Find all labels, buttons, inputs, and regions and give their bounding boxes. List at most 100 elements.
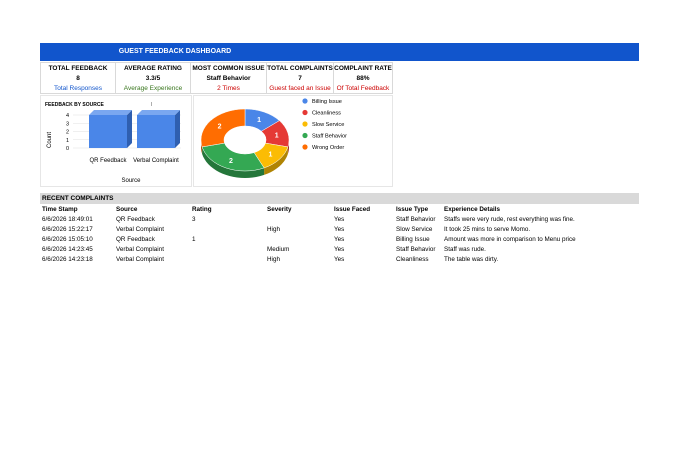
kpi-complaint-rate: COMPLAINT RATE 88% Of Total Feedback xyxy=(333,62,393,94)
table-cell: Verbal Complaint xyxy=(116,246,164,253)
table-cell: Staff was rude. xyxy=(444,246,486,253)
table-cell: Staff Behavior xyxy=(396,216,436,223)
column-header: Time Stamp xyxy=(42,206,78,213)
kpi-sub: Average Experience xyxy=(123,85,183,92)
bar-chart-category-label: QR Feedback xyxy=(89,158,127,164)
bar-chart-title: FEEDBACK BY SOURCE xyxy=(45,102,104,108)
table-cell: Staffs were very rude, rest everything w… xyxy=(444,216,575,223)
column-header: Issue Type xyxy=(396,206,429,213)
column-header: Rating xyxy=(192,206,212,213)
kpi-strip: TOTAL FEEDBACK 8 Total Responses AVERAGE… xyxy=(40,62,393,94)
table-cell: Medium xyxy=(267,246,290,253)
table-cell: The table was dirty. xyxy=(444,256,499,263)
table-cell: Yes xyxy=(334,226,345,233)
column-header: Source xyxy=(116,206,138,213)
legend-label: Wrong Order xyxy=(312,145,344,151)
kpi-sub: Of Total Feedback xyxy=(336,85,390,92)
bar-0 xyxy=(89,115,127,148)
kpi-label: AVERAGE RATING xyxy=(124,65,182,72)
kpi-sub: Guest faced an Issue xyxy=(269,85,331,92)
table-row: 6/6/2026 15:22:17 Verbal Complaint High Yes… xyxy=(40,225,639,235)
legend-label: Cleanliness xyxy=(312,111,341,117)
legend-swatch xyxy=(302,98,308,104)
table-row: 6/6/2026 14:23:18 Verbal Complaint High Yes… xyxy=(40,255,639,265)
dashboard-header: GUEST FEEDBACK DASHBOARD xyxy=(40,43,639,61)
bar-chart-category-label: Verbal Complaint xyxy=(133,158,179,164)
table-row: 6/6/2026 15:05:10 QR Feedback 1 Yes Billing … xyxy=(40,235,639,245)
legend-swatch xyxy=(302,109,308,116)
table-cell: Billing Issue xyxy=(396,236,430,243)
kpi-most-common-issue: MOST COMMON ISSUE Staff Behavior 2 Times xyxy=(190,62,266,94)
bar-chart-ytick: 2 xyxy=(66,130,69,136)
table-cell: Verbal Complaint xyxy=(116,226,164,233)
table-cell: 6/6/2026 15:05:10 xyxy=(42,236,93,243)
table-cell: 6/6/2026 14:23:18 xyxy=(42,256,93,263)
table-cell: Amount was more in comparison to Menu pr… xyxy=(444,236,576,243)
table-cell: Yes xyxy=(334,246,345,253)
table-cell: It took 25 mins to serve Momo. xyxy=(444,226,531,233)
kpi-label: TOTAL FEEDBACK xyxy=(48,65,108,72)
bar-chart-ytick: 4 xyxy=(66,113,69,119)
recent-complaints-header: RECENT COMPLAINTS xyxy=(40,193,639,204)
kpi-value: 3.3/5 xyxy=(145,75,161,82)
bar-side-0 xyxy=(127,110,132,148)
table-cell: Yes xyxy=(334,216,345,223)
table-cell: QR Feedback xyxy=(116,236,155,243)
table-header-row: Time Stamp Source Rating Severity Issue … xyxy=(40,205,639,215)
table-cell: 3 xyxy=(192,216,196,223)
kpi-sub: Total Responses xyxy=(53,85,103,92)
bar-chart-ytick: 3 xyxy=(66,121,69,127)
kpi-average-rating: AVERAGE RATING 3.3/5 Average Experience xyxy=(115,62,190,94)
table-cell: Cleanliness xyxy=(396,256,429,263)
legend-label: Staff Behavior xyxy=(312,134,347,140)
donut-chart: 1 1 1 2 2 Billing Issue Cleanliness Slow Servi… xyxy=(200,98,347,178)
kpi-value: 88% xyxy=(356,75,370,82)
table-row: 6/6/2026 14:23:45 Verbal Complaint Medium Y… xyxy=(40,245,639,255)
bar-chart-ylabel: Count xyxy=(47,132,53,148)
donut-slice-label: 1 xyxy=(257,117,261,124)
legend-swatch xyxy=(302,144,308,150)
table-cell: 6/6/2026 15:22:17 xyxy=(42,226,93,233)
legend-swatch xyxy=(302,121,308,127)
table-row: 6/6/2026 18:49:01 QR Feedback 3 Yes Staff Be… xyxy=(40,215,639,225)
bar-chart-xlabel: Source xyxy=(121,178,141,184)
kpi-label: TOTAL COMPLAINTS xyxy=(267,65,333,72)
donut-slice-label: 1 xyxy=(275,132,279,139)
bar-top-1 xyxy=(137,110,180,115)
legend-label: Slow Service xyxy=(312,122,344,128)
table-cell: High xyxy=(267,226,280,233)
column-header: Issue Faced xyxy=(334,206,371,213)
bar-chart-ytick: 0 xyxy=(66,146,69,152)
table-cell: High xyxy=(267,256,280,263)
table-cell: 6/6/2026 14:23:45 xyxy=(42,246,93,253)
table-cell: Slow Service xyxy=(396,226,433,233)
column-header: Experience Details xyxy=(444,206,501,213)
table-cell: QR Feedback xyxy=(116,216,155,223)
table-cell: 6/6/2026 18:49:01 xyxy=(42,216,93,223)
kpi-label: COMPLAINT RATE xyxy=(334,65,392,72)
kpi-value: 8 xyxy=(76,75,80,82)
column-header: Severity xyxy=(267,206,292,213)
legend-swatch xyxy=(302,132,308,139)
donut-slice-label: 2 xyxy=(229,158,233,165)
bar-chart-ytick: 1 xyxy=(66,138,69,144)
kpi-value: 7 xyxy=(298,75,302,82)
kpi-sub: 2 Times xyxy=(217,85,240,92)
table-cell: Yes xyxy=(334,256,345,263)
bar-chart-panel: FEEDBACK BY SOURCE I Count Source 0 1 2 3 4 Q… xyxy=(40,95,192,187)
dashboard-title: GUEST FEEDBACK DASHBOARD xyxy=(118,48,232,55)
donut-slice-4 xyxy=(200,108,246,148)
table-cell: 1 xyxy=(192,236,196,243)
bar-1 xyxy=(137,115,175,148)
bar-chart: FEEDBACK BY SOURCE I Count Source 0 1 2 3 4 Q… xyxy=(45,102,181,184)
legend-label: Billing Issue xyxy=(312,99,342,105)
bar-chart-legend-mark: I xyxy=(151,102,152,108)
kpi-value: Staff Behavior xyxy=(206,75,251,82)
donut-chart-panel: 1 1 1 2 2 Billing Issue Cleanliness Slow Servi… xyxy=(193,95,393,187)
table-cell: Staff Behavior xyxy=(396,246,436,253)
kpi-total-complaints: TOTAL COMPLAINTS 7 Guest faced an Issue xyxy=(266,62,333,94)
table-cell: Verbal Complaint xyxy=(116,256,164,263)
kpi-label: MOST COMMON ISSUE xyxy=(192,65,265,72)
donut-slice-label: 2 xyxy=(218,123,222,130)
kpi-total-feedback: TOTAL FEEDBACK 8 Total Responses xyxy=(40,62,115,94)
